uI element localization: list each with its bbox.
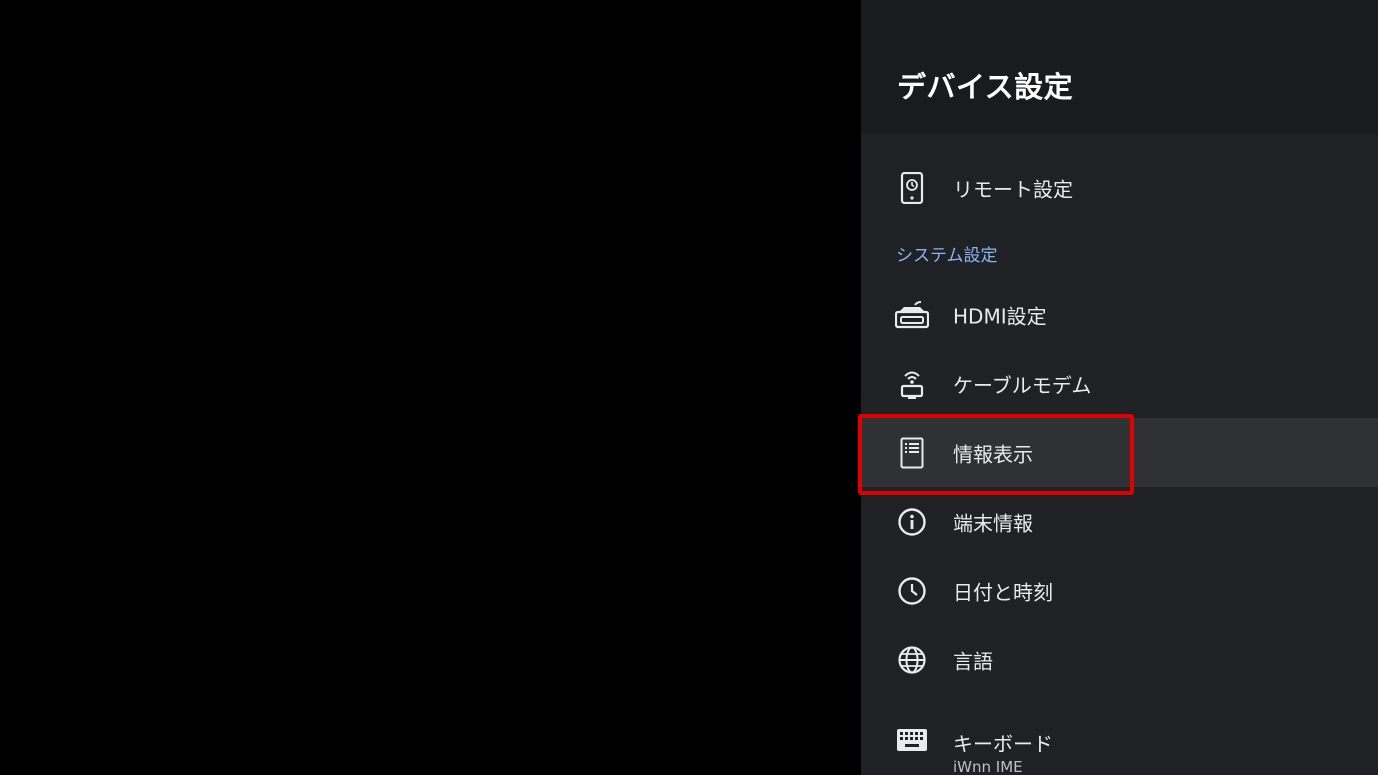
info-icon (895, 505, 929, 539)
globe-icon (895, 643, 929, 677)
menu-item-hdmi[interactable]: HDMI設定 (861, 280, 1378, 349)
settings-side-panel: デバイス設定 リモート設定 システム設定 HDMI設定 ケーブルモデム 情報表示… (861, 0, 1378, 775)
hdmi-icon (895, 298, 929, 332)
menu-item-label: リモート設定 (953, 177, 1073, 201)
menu-item-info-display[interactable]: 情報表示 (861, 418, 1378, 487)
menu-item-keyboard[interactable]: キーボード iWnn IME (861, 702, 1378, 775)
panel-header: デバイス設定 (861, 0, 1378, 134)
menu-item-label: 日付と時刻 (953, 580, 1053, 604)
menu-item-remote[interactable]: リモート設定 (861, 153, 1378, 222)
cable-modem-icon (895, 367, 929, 401)
list-document-icon (895, 436, 929, 470)
clock-icon (895, 574, 929, 608)
menu-item-label: HDMI設定 (953, 304, 1047, 328)
keyboard-icon (895, 723, 929, 757)
menu-item-cable-modem[interactable]: ケーブルモデム (861, 349, 1378, 418)
menu-item-label: 端末情報 (953, 511, 1033, 535)
menu-item-label: キーボード (953, 732, 1053, 756)
menu-item-date-time[interactable]: 日付と時刻 (861, 556, 1378, 625)
menu-item-label: 言語 (953, 649, 993, 673)
menu-item-label: ケーブルモデム (953, 373, 1092, 397)
section-header-system: システム設定 (896, 246, 998, 266)
content-background (0, 0, 861, 775)
tv-screen: デバイス設定 リモート設定 システム設定 HDMI設定 ケーブルモデム 情報表示… (0, 0, 1378, 775)
page-title: デバイス設定 (897, 70, 1074, 104)
menu-item-language[interactable]: 言語 (861, 625, 1378, 694)
menu-item-device-info[interactable]: 端末情報 (861, 487, 1378, 556)
remote-icon (895, 171, 929, 205)
menu-item-sublabel: iWnn IME (953, 758, 1023, 775)
menu-item-label: 情報表示 (953, 442, 1033, 466)
